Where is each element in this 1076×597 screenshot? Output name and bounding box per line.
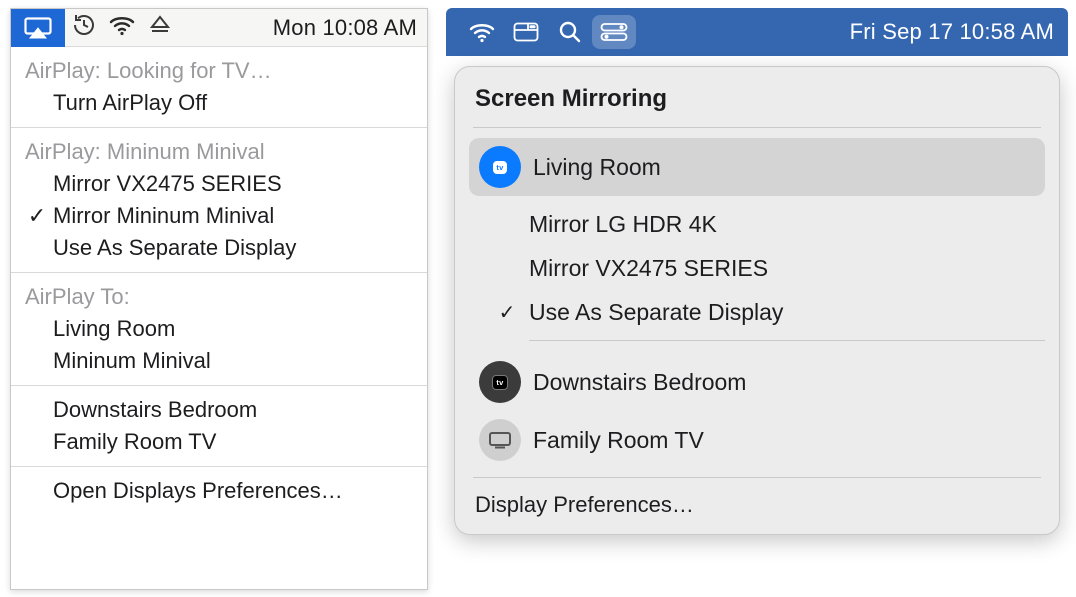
modern-menubar: Fri Sep 17 10:58 AM [446,8,1068,56]
apple-tv-icon: tv [479,146,521,188]
open-displays-prefs-label: Open Displays Preferences… [53,475,343,507]
family-room-tv-label: Family Room TV [533,427,704,454]
use-separate-display-item[interactable]: Use As Separate Display [25,232,413,264]
mirror-lg-hdr-4k-label: Mirror LG HDR 4K [529,211,717,238]
family-room-tv-item[interactable]: Family Room TV [25,426,413,458]
wifi-icon[interactable] [103,14,141,41]
airplay-to-label: AirPlay To: [25,281,413,313]
mirror-vx2475-label: Mirror VX2475 SERIES [529,255,768,282]
airplay-to-living-room-item[interactable]: Living Room [25,313,413,345]
turn-airplay-off-label: Turn AirPlay Off [53,87,207,119]
living-room-item[interactable]: tv Living Room [469,138,1045,196]
legacy-clock[interactable]: Mon 10:08 AM [273,15,419,41]
airplay-to-minival-item[interactable]: Mininum Minival [25,345,413,377]
mirror-vx2475-item[interactable]: Mirror VX2475 SERIES [25,168,413,200]
mirror-minival-item[interactable]: ✓ Mirror Mininum Minival [25,200,413,232]
modern-screen-mirroring-panel: Fri Sep 17 10:58 AM Screen Mirroring tv … [446,8,1068,535]
use-separate-display-item[interactable]: ✓ Use As Separate Display [529,290,1039,334]
spotlight-search-icon[interactable] [548,20,592,44]
legacy-airplay-panel: Mon 10:08 AM AirPlay: Looking for TV… Tu… [10,8,428,590]
screen-mirroring-title: Screen Mirroring [469,81,1045,127]
use-separate-display-label: Use As Separate Display [529,299,783,326]
mirror-minival-label: Mirror Mininum Minival [53,200,274,232]
family-room-tv-label: Family Room TV [53,426,216,458]
legacy-menubar: Mon 10:08 AM [11,9,427,47]
downstairs-bedroom-label: Downstairs Bedroom [533,369,746,396]
modern-clock[interactable]: Fri Sep 17 10:58 AM [836,19,1054,45]
turn-airplay-off-item[interactable]: Turn AirPlay Off [25,87,413,119]
separator [529,340,1045,341]
tv-icon [479,419,521,461]
checkmark-icon: ✓ [485,300,529,325]
airplay-to-minival-label: Mininum Minival [53,345,211,377]
living-room-label: Living Room [533,154,661,181]
family-room-tv-item[interactable]: Family Room TV [469,411,1045,469]
airplay-status-label: AirPlay: Looking for TV… [25,55,413,87]
control-center-icon[interactable] [592,15,636,49]
legacy-airplay-menu: AirPlay: Looking for TV… Turn AirPlay Of… [11,47,427,515]
downstairs-bedroom-label: Downstairs Bedroom [53,394,257,426]
mirror-lg-hdr-4k-item[interactable]: Mirror LG HDR 4K [529,202,1039,246]
airplay-to-living-room-label: Living Room [53,313,175,345]
airplay-icon [24,17,52,39]
eject-icon[interactable] [141,14,179,41]
use-separate-display-label: Use As Separate Display [53,232,296,264]
downstairs-bedroom-item[interactable]: Downstairs Bedroom [25,394,413,426]
downstairs-bedroom-item[interactable]: tv Downstairs Bedroom [469,353,1045,411]
wifi-icon[interactable] [460,21,504,43]
keyboard-input-icon[interactable] [504,22,548,42]
airplay-menubar-icon[interactable] [11,9,65,47]
mirror-vx2475-label: Mirror VX2475 SERIES [53,168,282,200]
screen-mirroring-dropdown: Screen Mirroring tv Living Room Mirror L… [454,66,1060,535]
apple-tv-icon: tv [479,361,521,403]
airplay-current-device-label: AirPlay: Mininum Minival [25,136,413,168]
living-room-sub-options: Mirror LG HDR 4K Mirror VX2475 SERIES ✓ … [529,202,1045,334]
open-displays-prefs-item[interactable]: Open Displays Preferences… [25,475,413,507]
timemachine-icon[interactable] [65,12,103,43]
checkmark-icon: ✓ [25,200,49,232]
mirror-vx2475-item[interactable]: Mirror VX2475 SERIES [529,246,1039,290]
display-preferences-item[interactable]: Display Preferences… [469,478,1045,524]
